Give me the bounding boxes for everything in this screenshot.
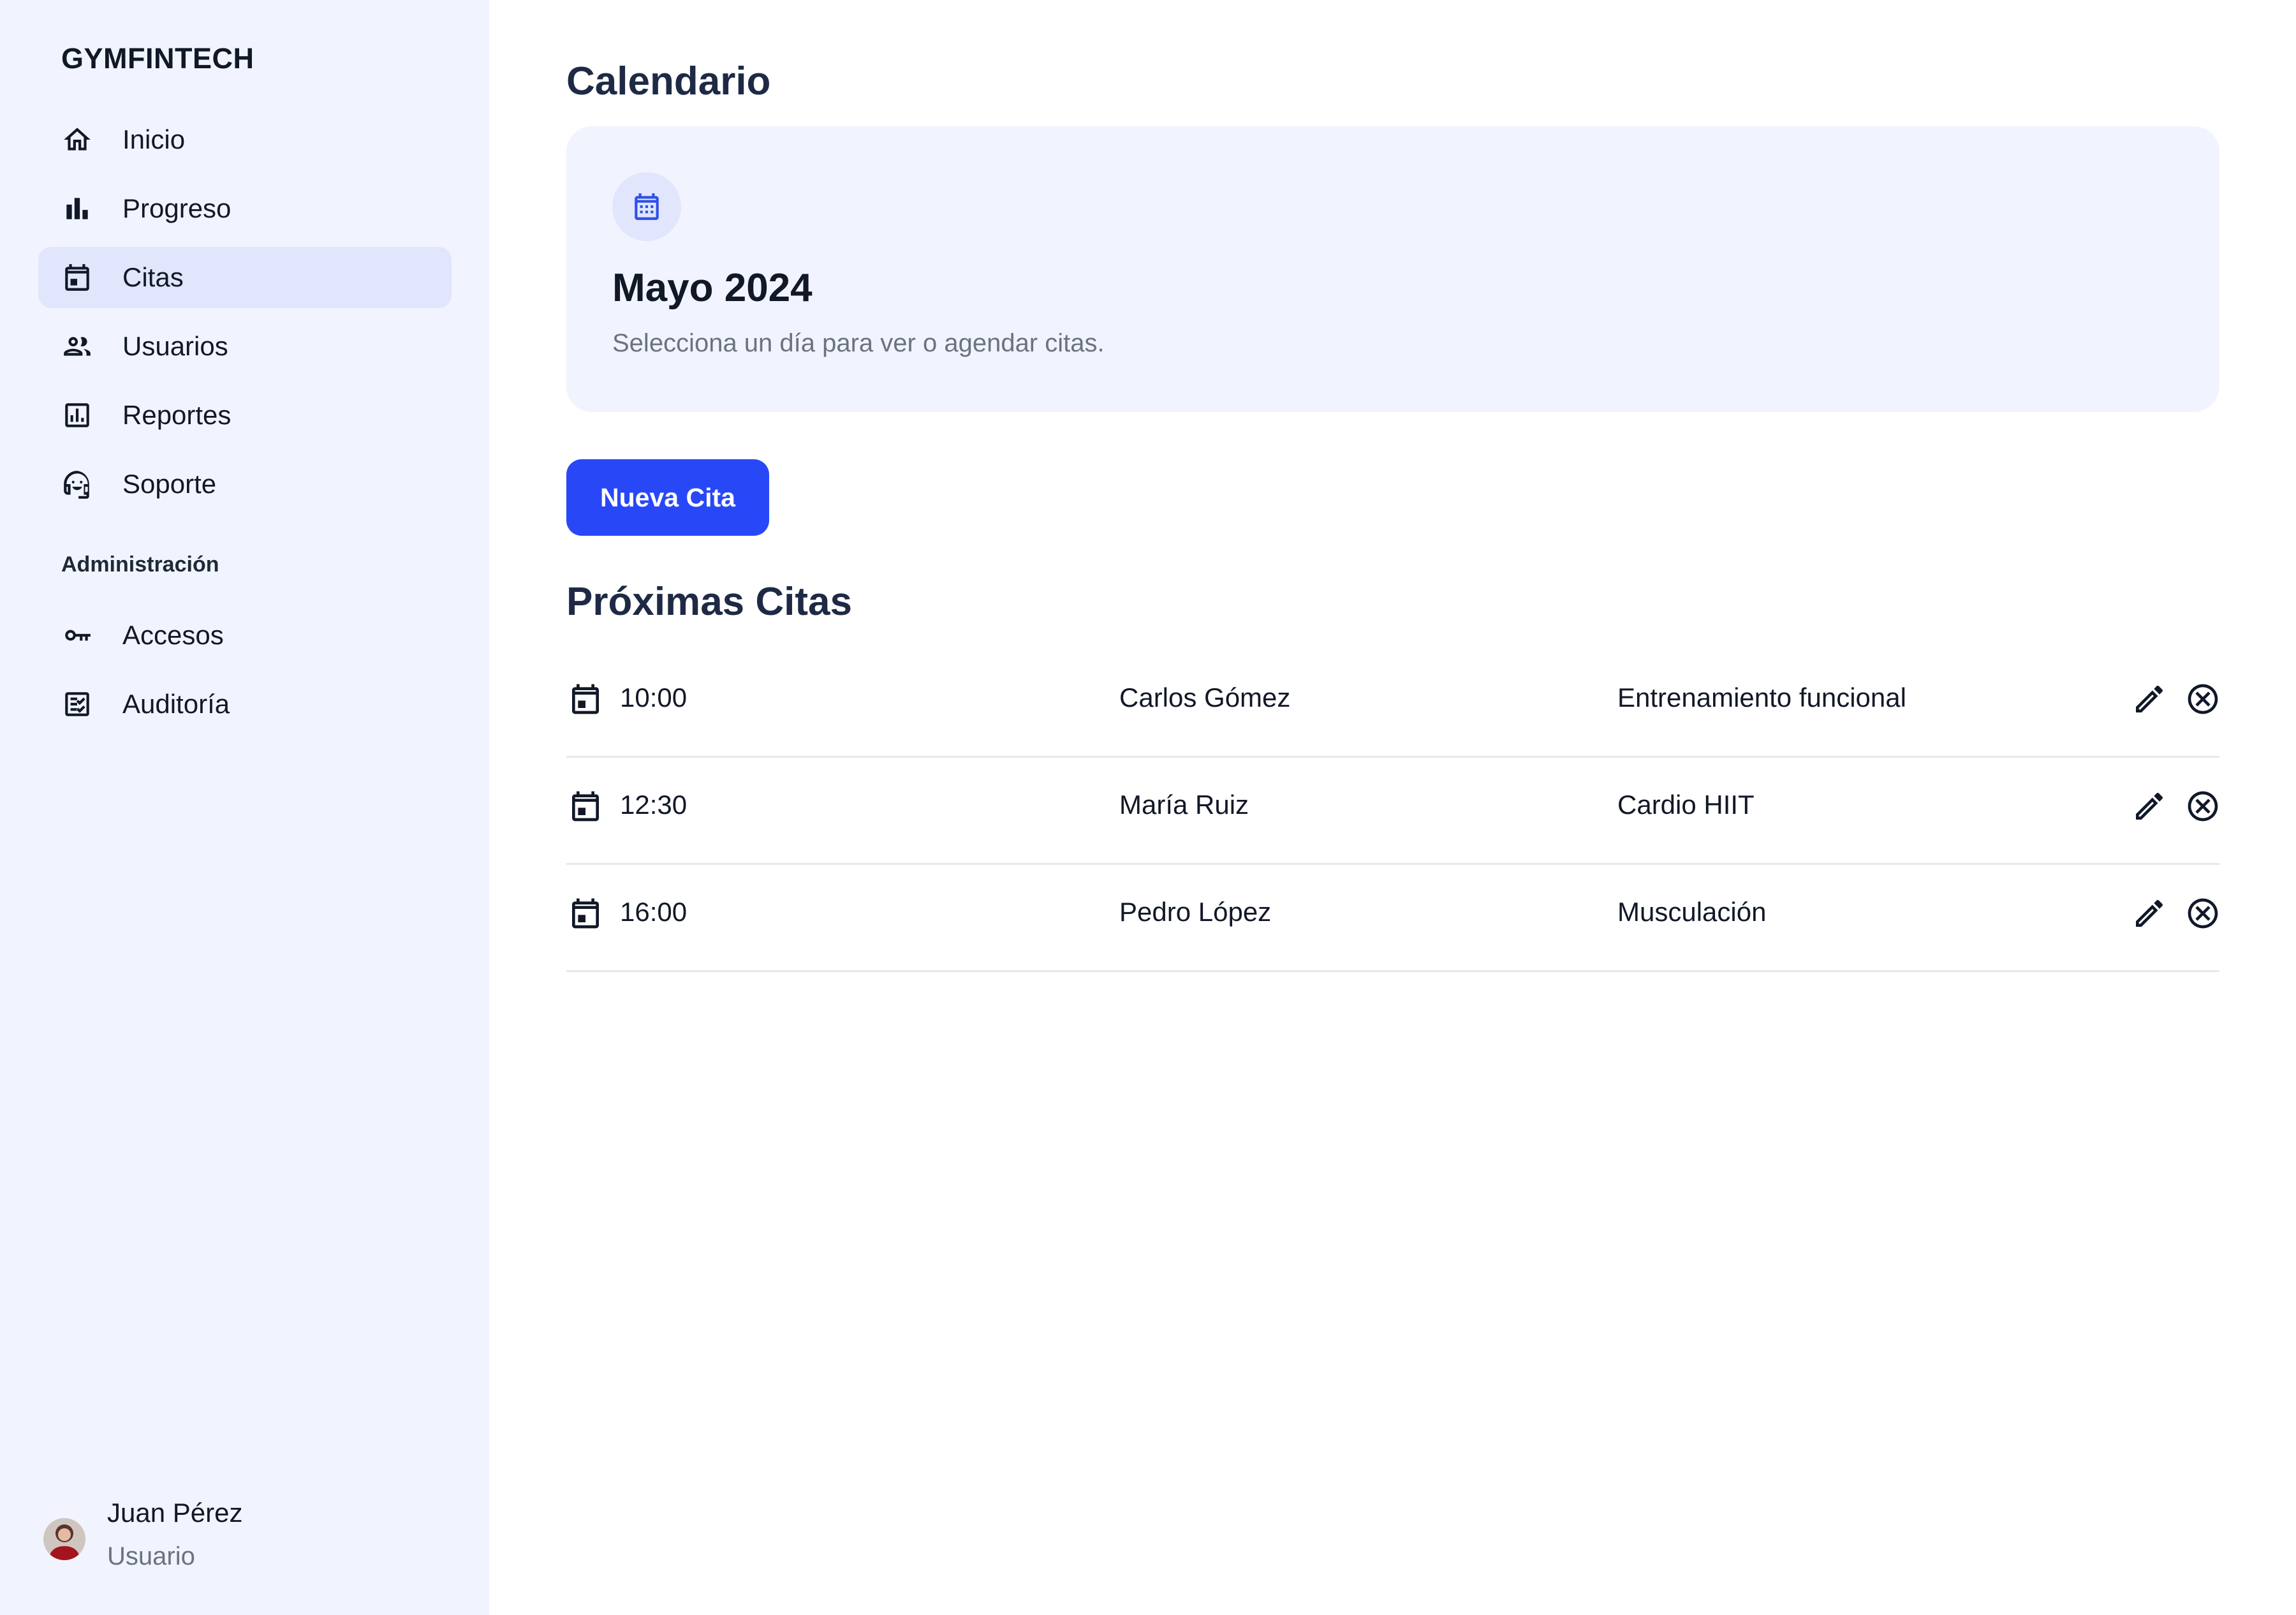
- sidebar-item-label: Citas: [122, 262, 184, 292]
- sidebar-item-label: Auditoría: [122, 689, 230, 719]
- sidebar-item-label: Soporte: [122, 469, 217, 499]
- sidebar-item-reportes[interactable]: Reportes: [38, 385, 452, 446]
- cancel-icon[interactable]: [2185, 896, 2221, 931]
- calendar-event-icon: [572, 791, 599, 822]
- app-root: GYMFINTECH Inicio Progreso Citas Usuario…: [0, 0, 2296, 1615]
- appointment-client: María Ruiz: [1119, 790, 1249, 820]
- admin-section-label: Administración: [61, 552, 219, 577]
- main-content: Calendario Mayo 2024 Selecciona un día p…: [489, 0, 2296, 1615]
- sidebar-item-progreso[interactable]: Progreso: [38, 178, 452, 239]
- calendar-event-icon: [572, 898, 599, 929]
- calendar-card[interactable]: Mayo 2024 Selecciona un día para ver o a…: [566, 126, 2219, 412]
- sidebar-item-label: Progreso: [122, 193, 232, 223]
- sidebar-item-accesos[interactable]: Accesos: [38, 605, 452, 666]
- sidebar-item-label: Usuarios: [122, 331, 228, 361]
- sidebar-item-label: Accesos: [122, 620, 224, 650]
- upcoming-title: Próximas Citas: [566, 580, 852, 624]
- sidebar-item-usuarios[interactable]: Usuarios: [38, 316, 452, 377]
- calendar-event-icon: [572, 684, 599, 714]
- cancel-icon[interactable]: [2185, 681, 2221, 717]
- checklist-icon: [65, 692, 89, 716]
- cancel-icon[interactable]: [2185, 788, 2221, 824]
- appointment-client: Carlos Gómez: [1119, 682, 1291, 712]
- headset-icon: [64, 471, 89, 499]
- calendar-hint: Selecciona un día para ver o agendar cit…: [612, 329, 1105, 357]
- calendar-month: Mayo 2024: [612, 266, 813, 310]
- edit-icon[interactable]: [2131, 788, 2167, 824]
- appointment-type: Musculación: [1617, 897, 1767, 927]
- sidebar-item-auditoria[interactable]: Auditoría: [38, 674, 452, 735]
- appointment-time: 16:00: [620, 897, 688, 927]
- bar-chart-icon: [66, 198, 88, 219]
- brand-logo: GYMFINTECH: [61, 42, 254, 75]
- edit-icon[interactable]: [2131, 681, 2167, 717]
- sidebar-item-soporte[interactable]: Soporte: [38, 454, 452, 515]
- edit-icon[interactable]: [2131, 896, 2167, 931]
- appointment-client: Pedro López: [1119, 897, 1272, 927]
- appointment-time: 12:30: [620, 790, 688, 820]
- sidebar-item-label: Reportes: [122, 400, 232, 430]
- table-row[interactable]: 12:30 María Ruiz Cardio HIIT: [566, 758, 2219, 865]
- calendar-grid-icon: [635, 193, 659, 220]
- avatar: [43, 1518, 85, 1560]
- sidebar-item-citas[interactable]: Citas: [38, 247, 452, 308]
- new-appointment-button[interactable]: Nueva Cita: [566, 459, 769, 536]
- user-role: Usuario: [107, 1542, 195, 1570]
- key-icon: [65, 630, 91, 641]
- users-icon: [64, 337, 91, 356]
- appointment-type: Cardio HIIT: [1617, 790, 1755, 820]
- table-row[interactable]: 10:00 Carlos Gómez Entrenamiento funcion…: [566, 651, 2219, 758]
- appointment-type: Entrenamiento funcional: [1617, 682, 1906, 712]
- sidebar-item-label: Inicio: [122, 124, 186, 154]
- sidebar-item-inicio[interactable]: Inicio: [38, 109, 452, 170]
- appointment-time: 10:00: [620, 682, 688, 712]
- calendar-icon: [65, 264, 89, 291]
- table-row[interactable]: 16:00 Pedro López Musculación: [566, 865, 2219, 972]
- report-icon: [65, 403, 89, 427]
- home-icon: [64, 128, 91, 151]
- page-title: Calendario: [566, 59, 771, 103]
- calendar-badge: [612, 172, 681, 241]
- user-name: Juan Pérez: [107, 1498, 243, 1528]
- sidebar: GYMFINTECH Inicio Progreso Citas Usuario…: [0, 0, 489, 1615]
